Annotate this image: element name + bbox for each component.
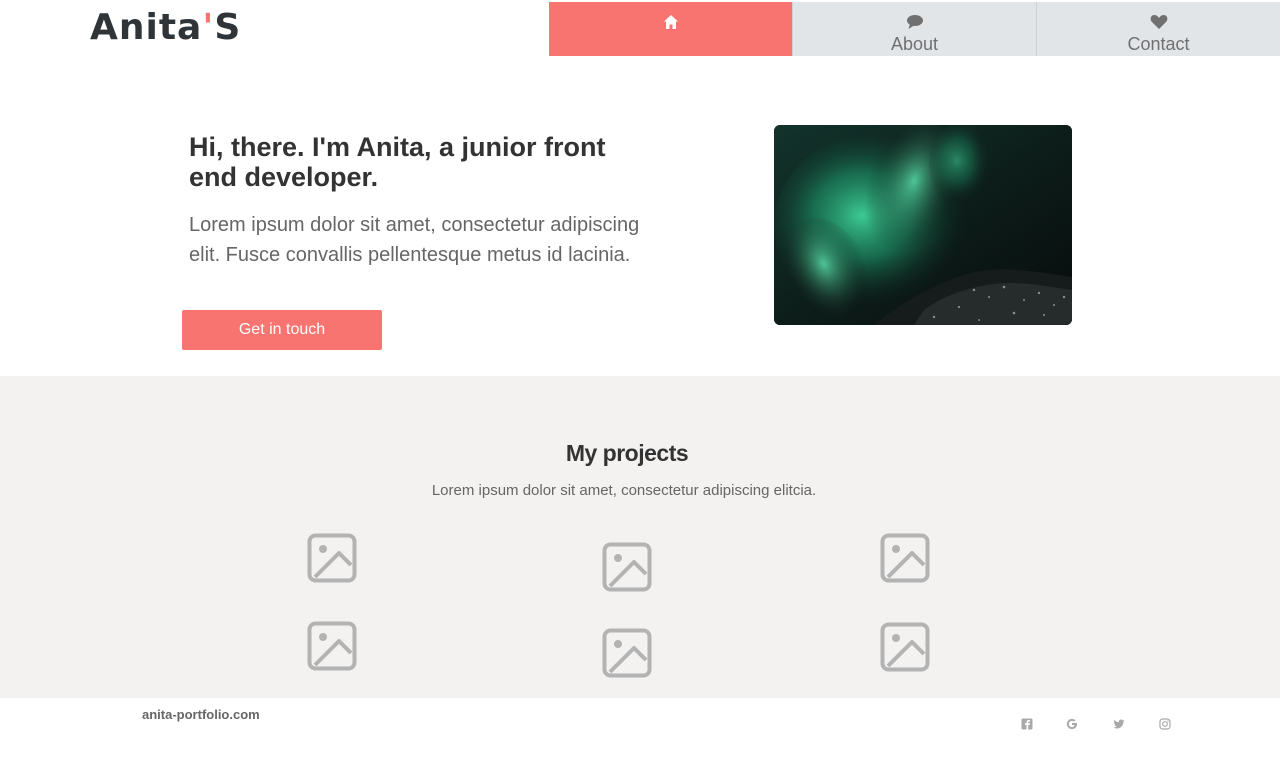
logo-suffix: S xyxy=(214,7,242,48)
logo-name: Anita xyxy=(90,7,203,48)
project-item-2[interactable] xyxy=(602,542,652,592)
project-item-3[interactable] xyxy=(880,533,930,583)
nav-item-about[interactable]: About xyxy=(792,2,1036,56)
google-icon[interactable] xyxy=(1066,718,1078,730)
main-nav: About Contact xyxy=(549,2,1280,56)
nav-label-contact: Contact xyxy=(1127,34,1190,54)
logo-apostrophe: ' xyxy=(202,7,215,48)
nav-item-contact[interactable]: Contact xyxy=(1036,2,1280,56)
aurora-photo xyxy=(774,125,1072,325)
get-in-touch-button[interactable]: Get in touch xyxy=(182,310,382,350)
hero-image xyxy=(774,125,1072,325)
image-placeholder-icon xyxy=(880,533,930,583)
project-item-4[interactable] xyxy=(307,621,357,671)
image-placeholder-icon xyxy=(602,542,652,592)
projects-title: My projects xyxy=(565,440,689,466)
image-placeholder-icon xyxy=(307,621,357,671)
nav-label-about: About xyxy=(890,34,939,54)
instagram-icon[interactable] xyxy=(1159,718,1171,730)
image-placeholder-icon xyxy=(602,628,652,678)
comment-icon xyxy=(906,15,923,29)
project-item-5[interactable] xyxy=(602,628,652,678)
projects-subtitle: Lorem ipsum dolor sit amet, consectetur … xyxy=(431,482,817,499)
image-placeholder-icon xyxy=(307,533,357,583)
home-icon xyxy=(663,15,678,29)
projects-section: My projects Lorem ipsum dolor sit amet, … xyxy=(0,376,1280,698)
image-placeholder-icon xyxy=(880,622,930,672)
footer: anita-portfolio.com xyxy=(0,698,1280,768)
footer-site-link[interactable]: anita-portfolio.com xyxy=(142,707,260,722)
hero-text: Lorem ipsum dolor sit amet, consectetur … xyxy=(189,214,640,266)
facebook-icon[interactable] xyxy=(1021,718,1033,730)
twitter-icon[interactable] xyxy=(1113,718,1125,730)
heart-icon xyxy=(1150,15,1167,29)
project-item-6[interactable] xyxy=(880,622,930,672)
project-item-1[interactable] xyxy=(307,533,357,583)
nav-item-home[interactable] xyxy=(549,2,792,56)
hero-title: Hi, there. I'm Anita, a junior front end… xyxy=(189,132,606,192)
logo[interactable]: Anita'S xyxy=(90,8,241,48)
